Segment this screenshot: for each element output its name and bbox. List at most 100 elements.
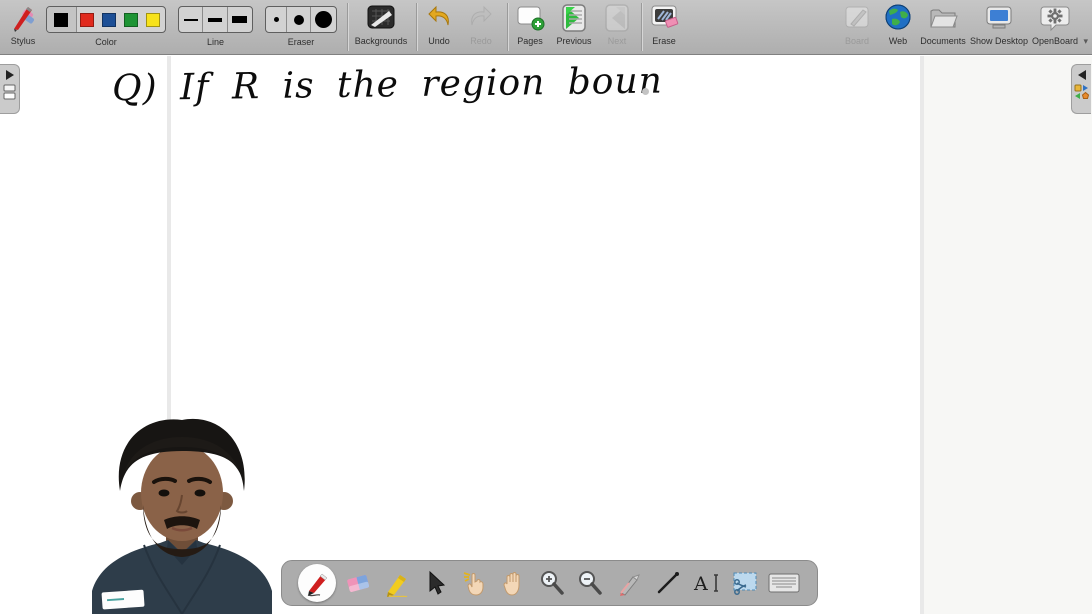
board-button: Board bbox=[838, 1, 876, 53]
board-label: Board bbox=[838, 36, 876, 46]
black-swatch-icon bbox=[54, 13, 68, 27]
open-hand-icon bbox=[499, 569, 527, 597]
stylus-icon bbox=[2, 3, 44, 35]
backgrounds-label: Backgrounds bbox=[351, 36, 411, 46]
eraser-tool-button[interactable] bbox=[341, 564, 375, 602]
line-medium-option[interactable] bbox=[203, 7, 227, 32]
chevron-down-icon[interactable]: ▾ bbox=[1083, 36, 1088, 47]
yellow-swatch-icon bbox=[146, 13, 160, 27]
web-button[interactable]: Web bbox=[880, 1, 916, 53]
keyboard-icon bbox=[768, 572, 800, 594]
next-button: Next bbox=[598, 1, 636, 53]
pointing-hand-icon bbox=[460, 569, 488, 597]
web-globe-icon bbox=[880, 3, 916, 35]
pages-label: Pages bbox=[510, 36, 550, 46]
color-swatch-green[interactable] bbox=[120, 7, 142, 32]
zoom-out-tool-button[interactable] bbox=[573, 564, 607, 602]
text-tool-button[interactable]: A bbox=[690, 564, 724, 602]
floating-tool-palette: A bbox=[281, 560, 818, 606]
documents-folder-icon bbox=[918, 3, 968, 35]
thin-line-icon bbox=[184, 19, 198, 21]
laser-pen-icon bbox=[615, 569, 643, 597]
interact-tool-button[interactable] bbox=[457, 564, 491, 602]
line-thick-option[interactable] bbox=[228, 7, 252, 32]
thick-line-icon bbox=[232, 16, 247, 23]
stylus-button[interactable]: Stylus bbox=[2, 1, 44, 53]
large-dot-icon bbox=[315, 11, 332, 28]
eraser-small-option[interactable] bbox=[266, 7, 287, 32]
show-desktop-monitor-icon bbox=[970, 3, 1028, 35]
library-icon bbox=[1074, 84, 1089, 99]
library-tab[interactable] bbox=[1071, 64, 1091, 114]
erase-label: Erase bbox=[644, 36, 684, 46]
previous-button[interactable]: Previous bbox=[552, 1, 596, 53]
line-thin-option[interactable] bbox=[179, 7, 203, 32]
show-desktop-label: Show Desktop bbox=[970, 36, 1028, 46]
canvas-right-margin bbox=[924, 56, 1092, 614]
color-swatch-yellow[interactable] bbox=[141, 7, 165, 32]
redo-label: Redo bbox=[461, 36, 501, 46]
capture-tool-button[interactable] bbox=[728, 564, 762, 602]
web-label: Web bbox=[880, 36, 916, 46]
next-label: Next bbox=[598, 36, 636, 46]
laser-pointer-tool-button[interactable] bbox=[612, 564, 646, 602]
toolbar-separator bbox=[507, 3, 508, 51]
selector-tool-button[interactable] bbox=[418, 564, 452, 602]
eraser-medium-option[interactable] bbox=[287, 7, 310, 32]
openboard-label: OpenBoard bbox=[1028, 36, 1082, 46]
stylus-label: Stylus bbox=[2, 36, 44, 46]
backgrounds-button[interactable]: Backgrounds bbox=[351, 1, 411, 53]
line-icon bbox=[655, 570, 681, 596]
capture-scissors-icon bbox=[731, 570, 759, 596]
blue-swatch-icon bbox=[102, 13, 116, 27]
undo-label: Undo bbox=[419, 36, 459, 46]
pen-tool-button[interactable] bbox=[298, 564, 336, 602]
handwritten-question-text: Q) If R is the region boun bbox=[112, 60, 713, 109]
expand-left-icon bbox=[1078, 70, 1086, 80]
medium-line-icon bbox=[208, 18, 222, 22]
whiteboard-canvas[interactable]: Q) If R is the region boun bbox=[0, 56, 1092, 614]
openboard-menu-button[interactable]: OpenBoard bbox=[1028, 1, 1082, 53]
small-dot-icon bbox=[274, 17, 279, 22]
previous-label: Previous bbox=[552, 36, 596, 46]
stylus-cursor-dot bbox=[642, 88, 649, 95]
expand-right-icon bbox=[6, 70, 14, 80]
eraser-group bbox=[265, 6, 337, 33]
virtual-keyboard-tool-button[interactable] bbox=[767, 564, 801, 602]
pages-add-icon bbox=[510, 3, 550, 35]
board-icon bbox=[838, 3, 876, 35]
color-swatch-red[interactable] bbox=[77, 7, 99, 32]
zoom-in-tool-button[interactable] bbox=[535, 564, 569, 602]
highlighter-tool-button[interactable] bbox=[380, 564, 414, 602]
webcam-presenter-overlay bbox=[84, 413, 280, 614]
highlighter-icon bbox=[383, 569, 411, 597]
pages-button[interactable]: Pages bbox=[510, 1, 550, 53]
toolbar-separator bbox=[416, 3, 417, 51]
eraser-large-option[interactable] bbox=[311, 7, 336, 32]
medium-dot-icon bbox=[294, 15, 304, 25]
color-swatch-blue[interactable] bbox=[98, 7, 120, 32]
arrow-cursor-icon bbox=[423, 570, 447, 596]
line-group bbox=[178, 6, 253, 33]
documents-button[interactable]: Documents bbox=[918, 1, 968, 53]
previous-page-icon bbox=[552, 3, 596, 35]
erase-button[interactable]: Erase bbox=[644, 1, 684, 53]
color-label: Color bbox=[46, 37, 166, 47]
undo-button[interactable]: Undo bbox=[419, 1, 459, 53]
magnifier-minus-icon bbox=[576, 569, 604, 597]
line-label: Line bbox=[178, 37, 253, 47]
pan-tool-button[interactable] bbox=[496, 564, 530, 602]
page-navigator-icon bbox=[3, 84, 16, 100]
green-swatch-icon bbox=[124, 13, 138, 27]
documents-label: Documents bbox=[918, 36, 968, 46]
eraser-icon bbox=[344, 569, 372, 597]
line-tool-button[interactable] bbox=[651, 564, 685, 602]
erase-page-icon bbox=[644, 3, 684, 35]
pen-icon bbox=[303, 569, 331, 597]
openboard-gear-icon bbox=[1028, 3, 1082, 35]
show-desktop-button[interactable]: Show Desktop bbox=[970, 1, 1028, 53]
page-right-edge-line bbox=[920, 56, 924, 614]
undo-icon bbox=[419, 3, 459, 35]
page-navigator-tab[interactable] bbox=[0, 64, 20, 114]
color-swatch-black[interactable] bbox=[47, 7, 77, 32]
